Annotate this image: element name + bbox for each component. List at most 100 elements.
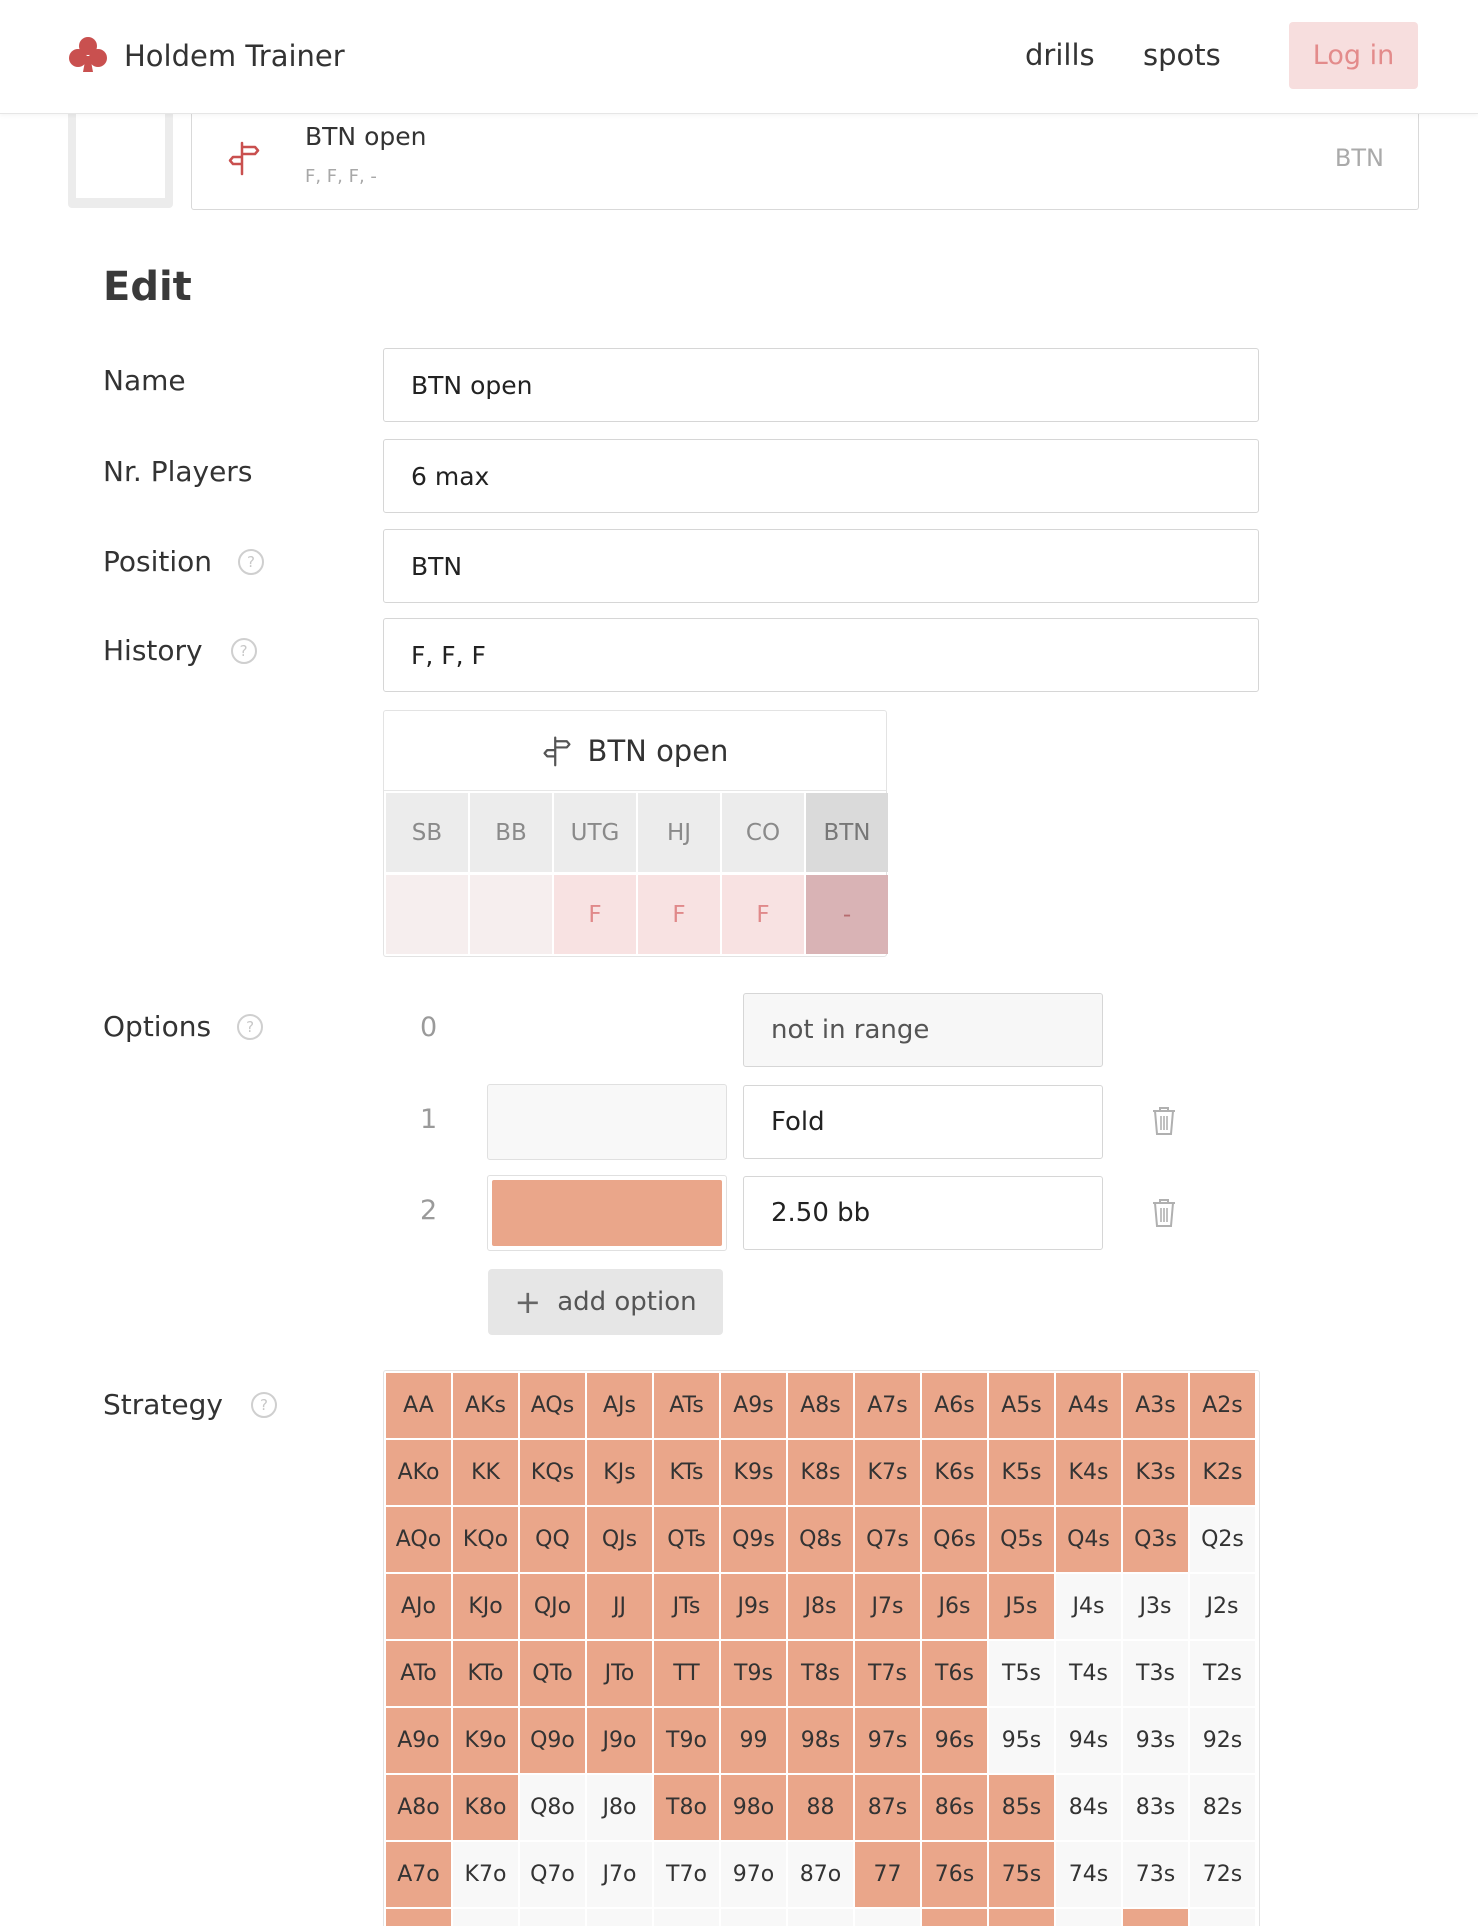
hand-cell[interactable]: KQs xyxy=(520,1440,585,1505)
hand-cell[interactable]: K6s xyxy=(922,1440,987,1505)
name-input[interactable]: BTN open xyxy=(383,348,1259,422)
hand-cell[interactable]: ATo xyxy=(386,1641,451,1706)
hand-cell[interactable]: Q3s xyxy=(1123,1507,1188,1572)
history-input[interactable]: F, F, F xyxy=(383,618,1259,692)
hand-cell[interactable]: Q7s xyxy=(855,1507,920,1572)
spot-card[interactable]: BTN open F, F, F, - BTN xyxy=(191,100,1419,210)
hand-cell[interactable]: K9o xyxy=(453,1708,518,1773)
trash-icon[interactable] xyxy=(1150,1196,1178,1228)
hand-cell[interactable]: J9s xyxy=(721,1574,786,1639)
hand-cell[interactable]: A4s xyxy=(1056,1373,1121,1438)
hand-cell[interactable]: Q9o xyxy=(520,1708,585,1773)
hand-cell[interactable]: J7s xyxy=(855,1574,920,1639)
nav-drills-link[interactable]: drills xyxy=(1025,38,1095,72)
hand-cell[interactable]: T5s xyxy=(989,1641,1054,1706)
hand-cell[interactable]: A8s xyxy=(788,1373,853,1438)
hand-cell[interactable]: JTs xyxy=(654,1574,719,1639)
hand-cell[interactable]: A9o xyxy=(386,1708,451,1773)
hand-cell[interactable]: 83s xyxy=(1123,1775,1188,1840)
hand-cell[interactable]: AA xyxy=(386,1373,451,1438)
hand-cell[interactable]: J4s xyxy=(1056,1574,1121,1639)
hand-cell[interactable]: A2s xyxy=(1190,1373,1255,1438)
hand-cell[interactable]: K5s xyxy=(989,1440,1054,1505)
hand-cell[interactable]: Q9s xyxy=(721,1507,786,1572)
hand-cell[interactable]: 86s xyxy=(922,1775,987,1840)
hand-cell[interactable]: 77 xyxy=(855,1842,920,1907)
hand-cell[interactable]: 97s xyxy=(855,1708,920,1773)
hand-cell[interactable]: 62s xyxy=(1190,1909,1255,1926)
hand-cell[interactable]: AKo xyxy=(386,1440,451,1505)
nav-spots-link[interactable]: spots xyxy=(1143,38,1221,72)
hand-cell[interactable]: K7o xyxy=(453,1842,518,1907)
history-action-cell-active[interactable]: - xyxy=(806,875,888,954)
hand-cell[interactable]: K6o xyxy=(453,1909,518,1926)
hand-cell[interactable]: T3s xyxy=(1123,1641,1188,1706)
hand-cell[interactable]: J7o xyxy=(587,1842,652,1907)
hand-cell[interactable]: 98s xyxy=(788,1708,853,1773)
hand-cell[interactable]: T6o xyxy=(654,1909,719,1926)
hand-cell[interactable]: KJo xyxy=(453,1574,518,1639)
hand-cell[interactable]: JTo xyxy=(587,1641,652,1706)
hand-cell[interactable]: 75s xyxy=(989,1842,1054,1907)
hand-cell[interactable]: 66 xyxy=(922,1909,987,1926)
hand-cell[interactable]: 93s xyxy=(1123,1708,1188,1773)
hand-cell[interactable]: K8s xyxy=(788,1440,853,1505)
hand-cell[interactable]: K7s xyxy=(855,1440,920,1505)
hand-cell[interactable]: 87s xyxy=(855,1775,920,1840)
hand-cell[interactable]: Q8s xyxy=(788,1507,853,1572)
hand-cell[interactable]: 96o xyxy=(721,1909,786,1926)
hand-cell[interactable]: T7s xyxy=(855,1641,920,1706)
history-action-cell[interactable]: F xyxy=(638,875,720,954)
hand-cell[interactable]: TT xyxy=(654,1641,719,1706)
hand-cell[interactable]: 96s xyxy=(922,1708,987,1773)
hand-cell[interactable]: AJs xyxy=(587,1373,652,1438)
hand-cell[interactable]: QQ xyxy=(520,1507,585,1572)
hand-cell[interactable]: KTs xyxy=(654,1440,719,1505)
hand-cell[interactable]: A8o xyxy=(386,1775,451,1840)
hand-cell[interactable]: KK xyxy=(453,1440,518,1505)
strategy-help-icon[interactable]: ? xyxy=(250,1391,277,1418)
hand-cell[interactable]: 97o xyxy=(721,1842,786,1907)
hand-cell[interactable]: AQo xyxy=(386,1507,451,1572)
hand-cell[interactable]: A6o xyxy=(386,1909,451,1926)
hand-cell[interactable]: 95s xyxy=(989,1708,1054,1773)
hand-cell[interactable]: A5s xyxy=(989,1373,1054,1438)
hand-cell[interactable]: 73s xyxy=(1123,1842,1188,1907)
hand-cell[interactable]: K3s xyxy=(1123,1440,1188,1505)
hand-cell[interactable]: QTo xyxy=(520,1641,585,1706)
hand-cell[interactable]: 84s xyxy=(1056,1775,1121,1840)
hand-cell[interactable]: T4s xyxy=(1056,1641,1121,1706)
hand-cell[interactable]: Q6o xyxy=(520,1909,585,1926)
hand-cell[interactable]: ATs xyxy=(654,1373,719,1438)
hand-cell[interactable]: T6s xyxy=(922,1641,987,1706)
hand-cell[interactable]: K2s xyxy=(1190,1440,1255,1505)
option-color-swatch[interactable] xyxy=(487,1175,727,1251)
hand-cell[interactable]: A9s xyxy=(721,1373,786,1438)
option-color-swatch[interactable] xyxy=(487,1084,727,1160)
options-help-icon[interactable]: ? xyxy=(237,1013,264,1040)
hand-cell[interactable]: 98o xyxy=(721,1775,786,1840)
hand-cell[interactable]: QJs xyxy=(587,1507,652,1572)
hand-cell[interactable]: J6s xyxy=(922,1574,987,1639)
hand-cell[interactable]: QTs xyxy=(654,1507,719,1572)
hand-cell[interactable]: 76s xyxy=(922,1842,987,1907)
hand-cell[interactable]: 85s xyxy=(989,1775,1054,1840)
hand-cell[interactable]: A7o xyxy=(386,1842,451,1907)
hand-cell[interactable]: K9s xyxy=(721,1440,786,1505)
hand-cell[interactable]: Q8o xyxy=(520,1775,585,1840)
hand-cell[interactable]: 82s xyxy=(1190,1775,1255,1840)
hand-cell[interactable]: 94s xyxy=(1056,1708,1121,1773)
hand-cell[interactable]: J8o xyxy=(587,1775,652,1840)
login-button[interactable]: Log in xyxy=(1289,22,1418,89)
hand-cell[interactable]: Q2s xyxy=(1190,1507,1255,1572)
hand-cell[interactable]: QJo xyxy=(520,1574,585,1639)
add-option-button[interactable]: + add option xyxy=(488,1269,723,1335)
hand-cell[interactable]: J6o xyxy=(587,1909,652,1926)
hand-cell[interactable]: 92s xyxy=(1190,1708,1255,1773)
hand-cell[interactable]: 99 xyxy=(721,1708,786,1773)
hand-cell[interactable]: A6s xyxy=(922,1373,987,1438)
spot-thumbnail[interactable] xyxy=(68,100,173,208)
position-select[interactable]: BTN xyxy=(383,529,1259,603)
hand-cell[interactable]: 86o xyxy=(788,1909,853,1926)
hand-cell[interactable]: J3s xyxy=(1123,1574,1188,1639)
